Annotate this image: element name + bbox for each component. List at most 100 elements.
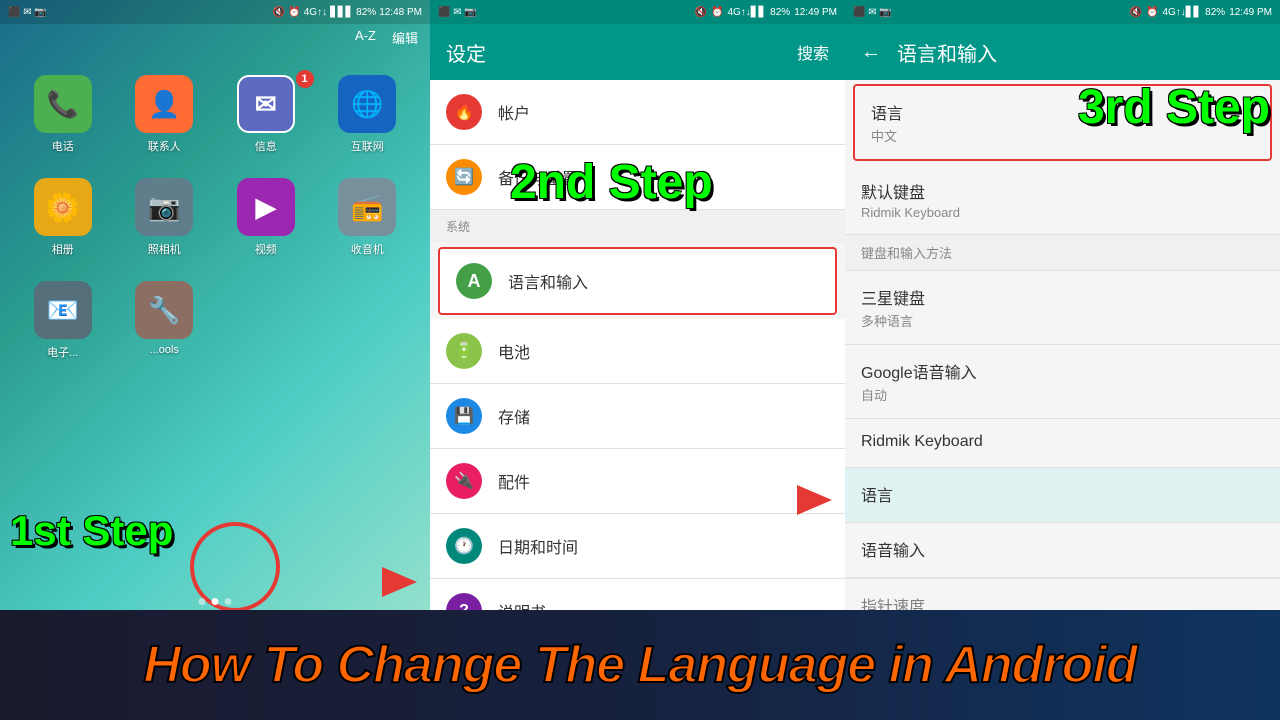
p2-mute-icon: 🔇 bbox=[695, 7, 707, 18]
signal-4g: 4G↑↓ bbox=[304, 7, 327, 18]
az-sort-button[interactable]: A-Z bbox=[355, 28, 376, 47]
step1-label: 1st Step bbox=[10, 507, 173, 555]
settings-item-battery[interactable]: 🔋 电池 bbox=[430, 319, 845, 384]
dot-3 bbox=[225, 598, 232, 605]
email-label: 电子... bbox=[47, 344, 78, 360]
backup-icon: 🔄 bbox=[446, 159, 482, 195]
p3-time: 12:49 PM bbox=[1229, 7, 1272, 18]
browser-label: 互联网 bbox=[351, 138, 384, 154]
flame-icon: 🔥 bbox=[446, 94, 482, 130]
settings-item-storage[interactable]: 💾 存储 bbox=[430, 384, 845, 449]
mute-icon: 🔇 bbox=[273, 7, 285, 18]
app-radio[interactable]: 📻 收音机 bbox=[325, 178, 411, 257]
notification-icons: ⬛ ✉ 📷 bbox=[8, 7, 47, 18]
storage-icon: 💾 bbox=[446, 398, 482, 434]
app-gallery[interactable]: 🌼 相册 bbox=[20, 178, 106, 257]
language-icon: A bbox=[456, 263, 492, 299]
video-label: 视频 bbox=[255, 241, 277, 257]
bottom-banner: How To Change The Language in Android bbox=[0, 610, 1280, 720]
p3-mute-icon: 🔇 bbox=[1130, 7, 1142, 18]
p3-status-left: ⬛ ✉ 📷 bbox=[853, 7, 892, 18]
p3-alarm-icon: ⏰ bbox=[1146, 7, 1158, 18]
accessories-icon: 🔌 bbox=[446, 463, 482, 499]
lang-item-ridmik-lang[interactable]: 语言 bbox=[845, 468, 1280, 523]
browser-icon: 🌐 bbox=[338, 75, 396, 133]
lang-item-default-keyboard[interactable]: 默认键盘 Ridmik Keyboard bbox=[845, 165, 1280, 235]
app-grid-row3: 📧 电子... 🔧 ...ools bbox=[0, 265, 430, 376]
radio-icon: 📻 bbox=[338, 178, 396, 236]
tools-icon: 🔧 bbox=[135, 281, 193, 339]
flame-label: 帐户 bbox=[498, 100, 530, 124]
contacts-icon: 👤 bbox=[135, 75, 193, 133]
app-browser[interactable]: 🌐 互联网 bbox=[325, 75, 411, 154]
settings-title: 设定 bbox=[446, 38, 486, 67]
default-keyboard-title: 默认键盘 bbox=[861, 179, 1264, 203]
camera-label: 照相机 bbox=[148, 241, 181, 257]
back-button[interactable]: ← bbox=[861, 41, 881, 64]
ridmik-lang-title: 语言 bbox=[861, 482, 1264, 506]
app-email[interactable]: 📧 电子... bbox=[20, 281, 106, 360]
battery-percent: 82% bbox=[356, 7, 376, 18]
p2-battery: 82% bbox=[770, 7, 790, 18]
lang-input-title: 语言和输入 bbox=[897, 38, 997, 67]
app-messages[interactable]: ✉ 1 信息 bbox=[223, 75, 309, 154]
settings-item-accessories[interactable]: 🔌 配件 bbox=[430, 449, 845, 514]
arrow1 bbox=[382, 562, 432, 602]
settings-item-flame[interactable]: 🔥 帐户 bbox=[430, 80, 845, 145]
phone-icon: 📞 bbox=[34, 75, 92, 133]
samsung-keyboard-sub: 多种语言 bbox=[861, 311, 1264, 330]
battery-label: 电池 bbox=[498, 339, 530, 363]
lang-item-samsung-keyboard[interactable]: 三星键盘 多种语言 bbox=[845, 271, 1280, 345]
accessories-label: 配件 bbox=[498, 469, 530, 493]
edit-button[interactable]: 编辑 bbox=[392, 28, 418, 47]
ridmik-title: Ridmik Keyboard bbox=[861, 433, 1264, 451]
google-voice-title: Google语音输入 bbox=[861, 359, 1264, 383]
voice-input-title: 语音输入 bbox=[861, 537, 1264, 561]
gallery-icon: 🌼 bbox=[34, 178, 92, 236]
banner-text: How To Change The Language in Android bbox=[143, 635, 1136, 695]
p1-time: 12:48 PM bbox=[379, 7, 422, 18]
p1-status-bar: ⬛ ✉ 📷 🔇 ⏰ 4G↑↓ ▋▋▋ 82% 12:48 PM bbox=[0, 0, 430, 24]
messages-label: 信息 bbox=[255, 138, 277, 154]
lang-item-ridmik[interactable]: Ridmik Keyboard bbox=[845, 419, 1280, 468]
p1-status-left: ⬛ ✉ 📷 bbox=[8, 7, 47, 18]
settings-item-language[interactable]: A 语言和输入 bbox=[438, 247, 837, 315]
app-video[interactable]: ▶ 视频 bbox=[223, 178, 309, 257]
email-icon: 📧 bbox=[34, 281, 92, 339]
p3-status-bar: ⬛ ✉ 📷 🔇 ⏰ 4G↑↓▋▋ 82% 12:49 PM bbox=[845, 0, 1280, 24]
app-camera[interactable]: 📷 照相机 bbox=[122, 178, 208, 257]
settings-search-button[interactable]: 搜索 bbox=[797, 40, 829, 64]
settings-header: 设定 搜索 bbox=[430, 24, 845, 80]
p3-battery: 82% bbox=[1205, 7, 1225, 18]
language-label: 语言和输入 bbox=[508, 269, 588, 293]
app-grid-row2: 🌼 相册 📷 照相机 ▶ 视频 📻 收音机 bbox=[0, 162, 430, 273]
phone-label: 电话 bbox=[52, 138, 74, 154]
app-phone[interactable]: 📞 电话 bbox=[20, 75, 106, 154]
step3-label: 3rd Step bbox=[1078, 80, 1270, 135]
p1-top-controls: A-Z 编辑 bbox=[0, 24, 430, 51]
radio-label: 收音机 bbox=[351, 241, 384, 257]
app-grid-row1: 📞 电话 👤 联系人 ✉ 1 信息 🌐 互联网 bbox=[0, 59, 430, 170]
p3-signal: 4G↑↓▋▋ bbox=[1162, 7, 1201, 18]
tools-label: ...ools bbox=[150, 344, 179, 356]
datetime-icon: 🕐 bbox=[446, 528, 482, 564]
p2-alarm-icon: ⏰ bbox=[711, 7, 723, 18]
step2-label: 2nd Step bbox=[510, 155, 713, 210]
system-section-header: 系统 bbox=[430, 210, 845, 243]
signal-bars: ▋▋▋ bbox=[330, 7, 353, 18]
arrow2 bbox=[797, 480, 847, 520]
lang-item-voice-input[interactable]: 语音输入 bbox=[845, 523, 1280, 578]
storage-label: 存储 bbox=[498, 404, 530, 428]
battery-icon: 🔋 bbox=[446, 333, 482, 369]
default-keyboard-sub: Ridmik Keyboard bbox=[861, 205, 1264, 220]
dot-1 bbox=[199, 598, 206, 605]
google-voice-sub: 自动 bbox=[861, 385, 1264, 404]
lang-item-google-voice[interactable]: Google语音输入 自动 bbox=[845, 345, 1280, 419]
app-tools[interactable]: 🔧 ...ools bbox=[122, 281, 208, 360]
datetime-label: 日期和时间 bbox=[498, 534, 578, 558]
app-contacts[interactable]: 👤 联系人 bbox=[122, 75, 208, 154]
settings-item-datetime[interactable]: 🕐 日期和时间 bbox=[430, 514, 845, 579]
p2-status-left: ⬛ ✉ 📷 bbox=[438, 7, 477, 18]
messages-icon: ✉ bbox=[237, 75, 295, 133]
dot-2 bbox=[212, 598, 219, 605]
